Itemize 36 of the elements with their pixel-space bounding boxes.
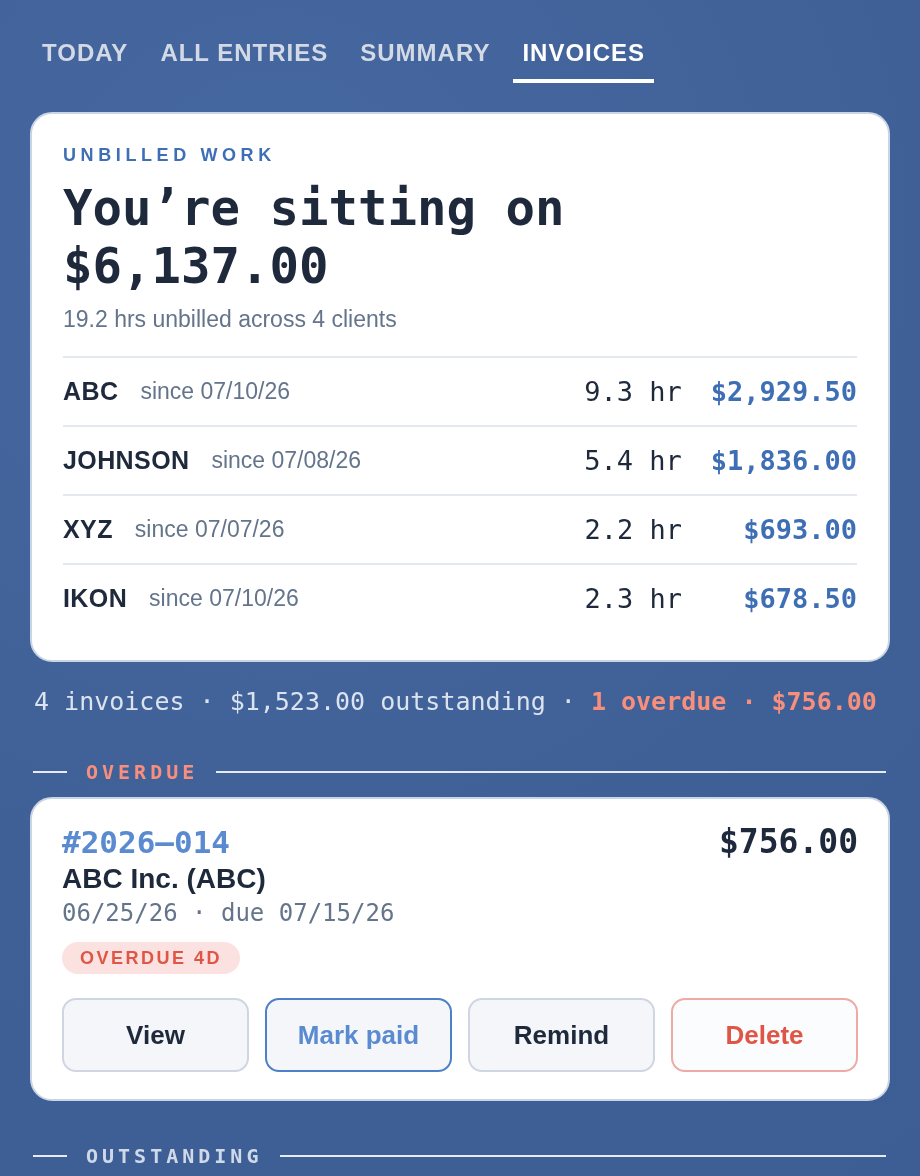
invoice-action-button[interactable]: Delete	[671, 998, 858, 1072]
headline-text: You’re sitting on	[63, 180, 566, 238]
amount-text: $1,836.00	[710, 445, 857, 476]
tab[interactable]: INVOICES	[513, 39, 655, 83]
hours-text: 5.4 hr	[584, 445, 682, 476]
invoice-action-button[interactable]: View	[62, 998, 249, 1072]
client-name: XYZ	[63, 513, 113, 545]
subtitle-text: 19.2 hrs unbilled across 4 clients	[63, 305, 398, 334]
client-name: JOHNSON	[63, 444, 190, 476]
client-name: IKON	[63, 582, 128, 614]
hours-text: 9.3 hr	[584, 376, 682, 407]
hours-text: 2.2 hr	[584, 514, 682, 545]
tab[interactable]: ALL ENTRIES	[151, 39, 338, 83]
amount-text: $678.50	[742, 583, 857, 614]
tab[interactable]: TODAY	[33, 39, 138, 83]
since-date: since 07/10/26	[149, 584, 299, 614]
total-amount: $6,137.00	[63, 238, 330, 296]
summary-text: 4 invoices · $1,523.00 outstanding · 1 overdue · $756.00	[34, 687, 878, 717]
invoice-action-button[interactable]: Remind	[468, 998, 655, 1072]
invoice-dates: 06/25/26 · due 07/15/26	[62, 898, 396, 929]
since-date: since 07/07/26	[134, 515, 285, 545]
invoice-action-button[interactable]: Mark paid	[265, 998, 452, 1072]
since-date: since 07/10/26	[140, 377, 290, 407]
amount-text: $2,929.50	[710, 376, 857, 407]
invoice-amount: $756.00	[718, 823, 858, 861]
client-name: ABC	[63, 375, 119, 407]
invoice-number: #2026–014	[62, 823, 230, 861]
client-name: ABC Inc. (ABC)	[62, 862, 267, 896]
status-badge: OVERDUE 4D	[62, 942, 241, 974]
amount-text: $693.00	[742, 514, 857, 545]
eyebrow-label: UNBILLED WORK	[63, 144, 277, 167]
section-heading: OVERDUE	[86, 760, 199, 784]
tab[interactable]: SUMMARY	[351, 39, 500, 83]
section-heading: OUTSTANDING	[86, 1144, 263, 1168]
since-date: since 07/08/26	[211, 446, 362, 476]
hours-text: 2.3 hr	[584, 583, 682, 614]
